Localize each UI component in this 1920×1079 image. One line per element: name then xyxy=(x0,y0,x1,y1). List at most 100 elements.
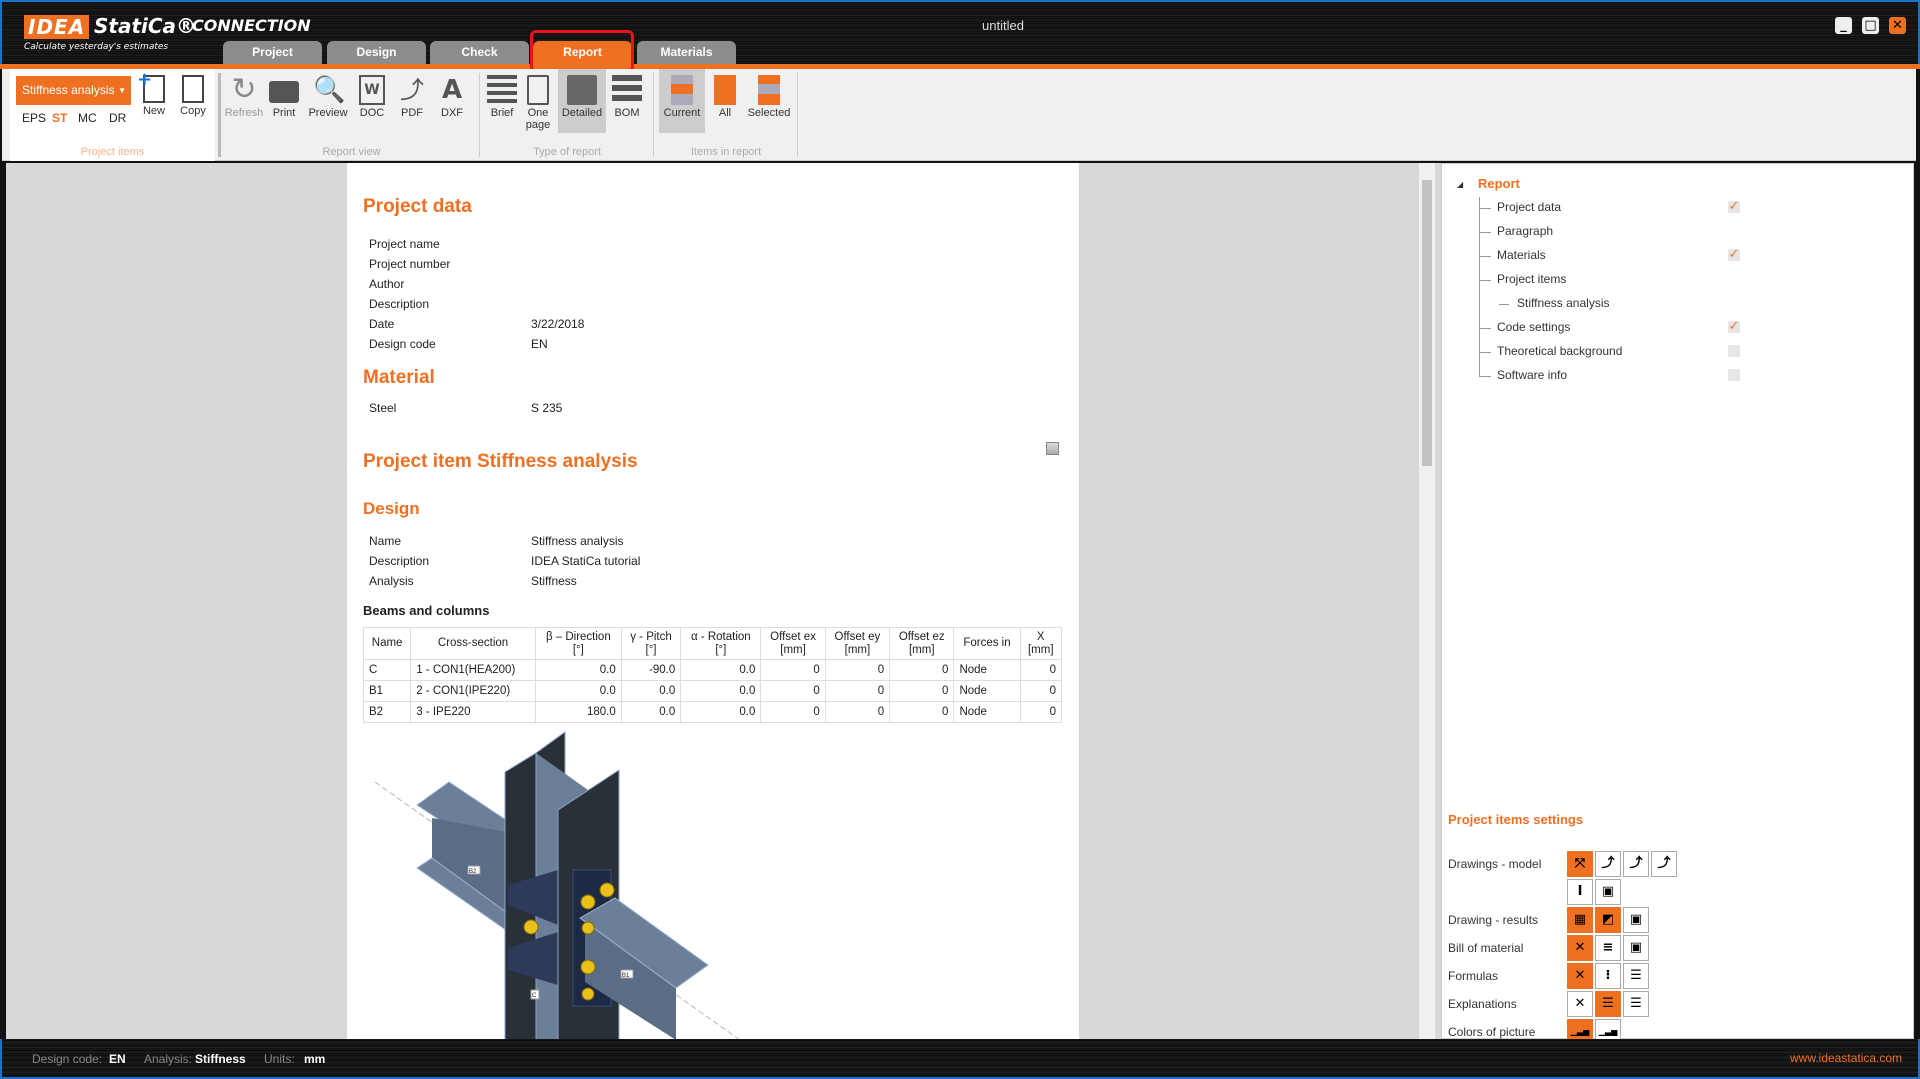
preview-button[interactable]: 🔍 Preview xyxy=(306,75,350,119)
material-value: S 235 xyxy=(531,401,563,415)
tab-materials[interactable]: Materials xyxy=(637,41,736,64)
current-button[interactable]: Current xyxy=(659,69,705,133)
tree-item[interactable]: Stiffness analysis xyxy=(1517,296,1610,310)
scrollbar-thumb[interactable] xyxy=(1422,180,1432,466)
include-checkbox[interactable] xyxy=(1728,345,1740,357)
header-unit: [°] xyxy=(715,643,727,656)
all-button[interactable]: All xyxy=(710,75,740,119)
header-label: Offset ey xyxy=(834,630,881,643)
dxf-button[interactable]: A DXF xyxy=(434,75,470,119)
dxf-label: DXF xyxy=(441,107,463,119)
header-label: Offset ez xyxy=(898,630,945,643)
brief-button[interactable]: Brief xyxy=(484,75,520,119)
type-st[interactable]: ST xyxy=(52,111,67,125)
setting-toggle-icon[interactable]: ≡ xyxy=(1595,935,1621,961)
minimize-button[interactable]: _ xyxy=(1835,17,1852,34)
all-grid-icon xyxy=(714,75,736,105)
detailed-button[interactable]: Detailed xyxy=(558,69,606,133)
tree-item[interactable]: Materials xyxy=(1497,248,1546,262)
setting-toggle-icon[interactable]: ⤴ xyxy=(1651,851,1677,877)
header-unit: [mm] xyxy=(844,643,871,656)
header-label: Cross-section xyxy=(437,637,509,649)
table-cell: Node xyxy=(953,659,1021,681)
new-button[interactable]: + New xyxy=(137,69,169,117)
pdf-button[interactable]: ⤴ PDF xyxy=(394,75,430,119)
table-cell: 0 xyxy=(824,701,891,723)
setting-toggle-icon[interactable]: ✕ xyxy=(1567,935,1593,961)
setting-toggle-icon[interactable]: ✕ xyxy=(1567,991,1593,1017)
doc-button[interactable]: W DOC xyxy=(354,75,390,119)
table-cell: B1 xyxy=(362,680,412,702)
group-label: Report view xyxy=(322,146,381,158)
logo-idea: IDEA xyxy=(24,15,90,39)
column-header: Forces in xyxy=(953,627,1021,660)
project-data-label: Design code xyxy=(369,337,436,351)
report-settings-panel: ◢ Report Project data ✓ Paragraph Materials… xyxy=(1441,163,1914,1045)
include-checkbox[interactable]: ✓ xyxy=(1728,248,1740,261)
print-button[interactable]: Print xyxy=(266,75,302,119)
setting-toggle-icon[interactable]: ▣ xyxy=(1623,907,1649,933)
setting-toggle-icon[interactable]: ⤴ xyxy=(1623,851,1649,877)
tab-design[interactable]: Design xyxy=(327,41,426,64)
setting-toggle-icon[interactable]: ☰ xyxy=(1623,963,1649,989)
setting-toggle-icon[interactable]: ⤴ xyxy=(1595,851,1621,877)
copy-button[interactable]: Copy xyxy=(176,75,210,117)
tree-root-report[interactable]: Report xyxy=(1478,176,1520,191)
collapse-icon[interactable] xyxy=(1046,442,1059,455)
preview-label: Preview xyxy=(308,107,348,119)
table-cell: 0 xyxy=(889,680,955,702)
heading-project-item: Project item Stiffness analysis xyxy=(363,451,638,472)
new-icon: + xyxy=(137,69,165,103)
setting-toggle-icon[interactable]: ☰ xyxy=(1595,991,1621,1017)
column-header: Offset ex [mm] xyxy=(760,627,826,660)
setting-toggle-icon[interactable]: I xyxy=(1567,879,1593,905)
setting-toggle-icon[interactable]: ☰ xyxy=(1623,991,1649,1017)
column-header: X [mm] xyxy=(1019,627,1062,660)
type-eps[interactable]: EPS xyxy=(22,111,46,125)
refresh-button[interactable]: ↻ Refresh xyxy=(224,75,264,120)
table-cell: 0 xyxy=(760,701,826,723)
detailed-label: Detailed xyxy=(561,107,603,119)
maximize-button[interactable]: □ xyxy=(1862,17,1879,34)
tree-item[interactable]: Project items xyxy=(1497,272,1566,286)
close-button[interactable]: ✕ xyxy=(1889,17,1906,34)
project-item-dropdown[interactable]: Stiffness analysis ▼ xyxy=(16,76,131,105)
expand-icon[interactable]: ◢ xyxy=(1457,180,1463,189)
tree-connector xyxy=(1479,328,1491,329)
tree-connector xyxy=(1479,256,1491,257)
tree-item[interactable]: Project data xyxy=(1497,200,1561,214)
setting-label: Drawings - model xyxy=(1448,857,1542,871)
selected-button[interactable]: Selected xyxy=(744,75,794,119)
project-data-label: Description xyxy=(369,297,430,311)
tree-item[interactable]: Theoretical background xyxy=(1497,344,1622,358)
tab-check[interactable]: Check xyxy=(430,41,529,64)
setting-label: Drawing - results xyxy=(1448,913,1539,927)
book-icon xyxy=(567,75,597,105)
type-mc[interactable]: MC xyxy=(78,111,97,125)
setting-toggle-icon[interactable]: ◩ xyxy=(1595,907,1621,933)
include-checkbox[interactable] xyxy=(1728,369,1740,381)
website-link[interactable]: www.ideastatica.com xyxy=(1790,1051,1902,1065)
tree-connector xyxy=(1479,352,1491,353)
setting-toggle-icon[interactable]: ▣ xyxy=(1623,935,1649,961)
type-dr[interactable]: DR xyxy=(109,111,126,125)
tree-connector xyxy=(1479,280,1491,281)
tree-item[interactable]: Code settings xyxy=(1497,320,1570,334)
setting-toggle-icon[interactable]: ▣ xyxy=(1595,879,1621,905)
tree-item[interactable]: Paragraph xyxy=(1497,224,1553,238)
setting-toggle-icon[interactable]: ⤧ xyxy=(1567,851,1593,877)
table-cell: 1 - CON1(HEA200) xyxy=(410,659,536,681)
include-checkbox[interactable]: ✓ xyxy=(1728,320,1740,333)
project-data-label: Project number xyxy=(369,257,451,271)
setting-toggle-icon[interactable]: ✕ xyxy=(1567,963,1593,989)
include-checkbox[interactable]: ✓ xyxy=(1728,200,1740,213)
page-icon xyxy=(527,75,549,105)
setting-toggle-icon[interactable]: ⁝ xyxy=(1595,963,1621,989)
tab-project[interactable]: Project xyxy=(223,41,322,64)
bom-button[interactable]: BOM xyxy=(610,75,644,119)
table-cell: Node xyxy=(953,680,1021,702)
one-page-button[interactable]: One page xyxy=(522,75,554,131)
tree-item[interactable]: Software info xyxy=(1497,368,1567,382)
setting-toggle-icon[interactable]: ▦ xyxy=(1567,907,1593,933)
table-cell: 0.0 xyxy=(534,680,622,702)
